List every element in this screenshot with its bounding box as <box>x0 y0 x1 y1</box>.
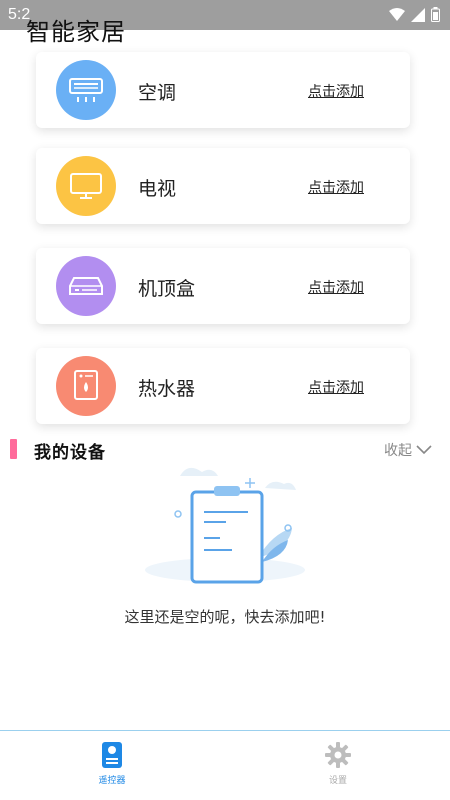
tv-icon <box>56 156 116 216</box>
add-device-link[interactable]: 点击添加 <box>308 377 364 397</box>
add-device-link[interactable]: 点击添加 <box>308 177 364 197</box>
device-name: 热水器 <box>138 378 196 400</box>
empty-clipboard-illustration <box>145 467 305 584</box>
collapse-button[interactable]: 收起 <box>384 440 432 460</box>
device-card-set-top-box[interactable]: 机顶盒 点击添加 <box>36 248 410 324</box>
water-heater-icon <box>56 356 116 416</box>
add-device-link[interactable]: 点击添加 <box>308 81 364 101</box>
device-card-tv[interactable]: 电视 点击添加 <box>36 148 410 224</box>
page-title: 智能家居 <box>26 18 126 46</box>
device-card-water-heater[interactable]: 热水器 点击添加 <box>36 348 410 424</box>
air-conditioner-icon <box>56 60 116 120</box>
empty-state-text: 这里还是空的呢，快去添加吧! <box>124 608 326 626</box>
bottom-nav: 遥控器 设置 <box>0 730 450 800</box>
set-top-box-icon <box>56 256 116 316</box>
device-name: 空调 <box>138 82 177 104</box>
add-device-link[interactable]: 点击添加 <box>308 277 364 297</box>
section-accent-bar <box>10 439 17 459</box>
section-title: 我的设备 <box>34 443 106 463</box>
tab-settings[interactable]: 设置 <box>308 741 368 786</box>
device-name: 电视 <box>138 178 177 200</box>
device-name: 机顶盒 <box>138 278 196 300</box>
wifi-icon <box>389 7 405 21</box>
chevron-down-icon <box>416 445 432 455</box>
tab-remote[interactable]: 遥控器 <box>82 741 142 786</box>
collapse-label: 收起 <box>384 443 412 459</box>
tab-settings-label: 设置 <box>328 776 347 786</box>
remote-icon <box>102 742 122 768</box>
signal-icon <box>411 7 425 22</box>
battery-icon <box>431 7 440 22</box>
device-card-air-conditioner[interactable]: 空调 点击添加 <box>36 52 410 128</box>
tab-remote-label: 遥控器 <box>98 776 126 786</box>
gear-icon <box>325 742 351 768</box>
status-icons <box>389 7 440 22</box>
